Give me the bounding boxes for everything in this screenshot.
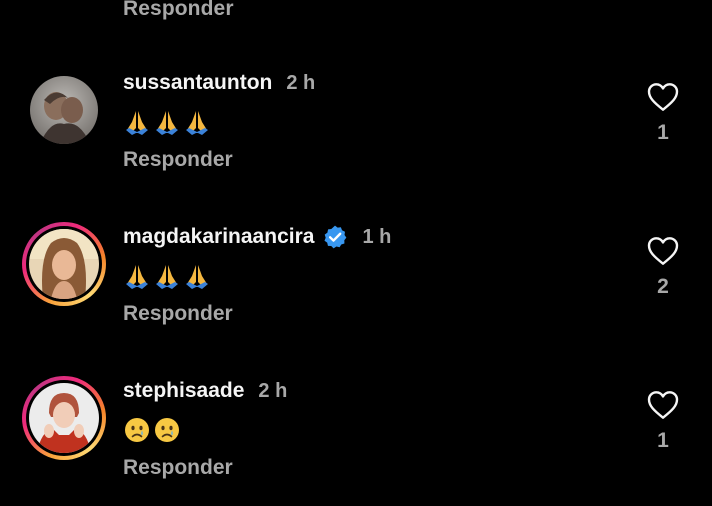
like-control: 2	[646, 236, 680, 299]
heart-icon[interactable]	[647, 82, 679, 112]
comment-text	[123, 416, 181, 444]
avatar[interactable]	[22, 376, 106, 460]
username[interactable]: sussantaunton	[123, 71, 272, 95]
avatar[interactable]	[22, 222, 106, 306]
crying-face-emoji-icon	[125, 418, 149, 442]
avatar-photo-icon	[30, 76, 98, 144]
comment-text	[123, 262, 211, 290]
comment-item: magdakarinaancira 1 h Responder 2	[0, 222, 712, 352]
reply-button[interactable]: Responder	[123, 148, 233, 172]
pray-emoji-icon	[186, 111, 208, 135]
like-control: 1	[646, 390, 680, 453]
avatar[interactable]	[30, 76, 98, 144]
like-count: 1	[657, 121, 669, 144]
pray-emoji-icon	[126, 265, 148, 289]
pray-emoji-icon	[126, 111, 148, 135]
like-count: 1	[657, 429, 669, 452]
like-control: 1	[646, 82, 680, 145]
username[interactable]: magdakarinaancira	[123, 225, 314, 249]
heart-icon[interactable]	[647, 236, 679, 266]
pray-emoji-icon	[186, 265, 208, 289]
reply-button[interactable]: Responder	[123, 456, 233, 480]
reply-button[interactable]: Responder	[123, 302, 233, 326]
timestamp: 1 h	[362, 225, 392, 248]
avatar-photo-icon	[29, 229, 99, 299]
comment-item: stephisaade 2 h Responder 1	[0, 376, 712, 506]
timestamp: 2 h	[258, 379, 288, 402]
username[interactable]: stephisaade	[123, 379, 244, 403]
pray-emoji-icon	[156, 265, 178, 289]
like-count: 2	[657, 275, 669, 298]
top-reply-button[interactable]: Responder	[123, 0, 234, 21]
crying-face-emoji-icon	[155, 418, 179, 442]
comment-item: sussantaunton 2 h Responder 1	[0, 68, 712, 198]
comment-text	[123, 108, 211, 136]
avatar-photo-icon	[29, 383, 99, 453]
timestamp: 2 h	[286, 71, 316, 94]
verified-badge-icon	[324, 225, 347, 249]
pray-emoji-icon	[156, 111, 178, 135]
heart-icon[interactable]	[647, 390, 679, 420]
